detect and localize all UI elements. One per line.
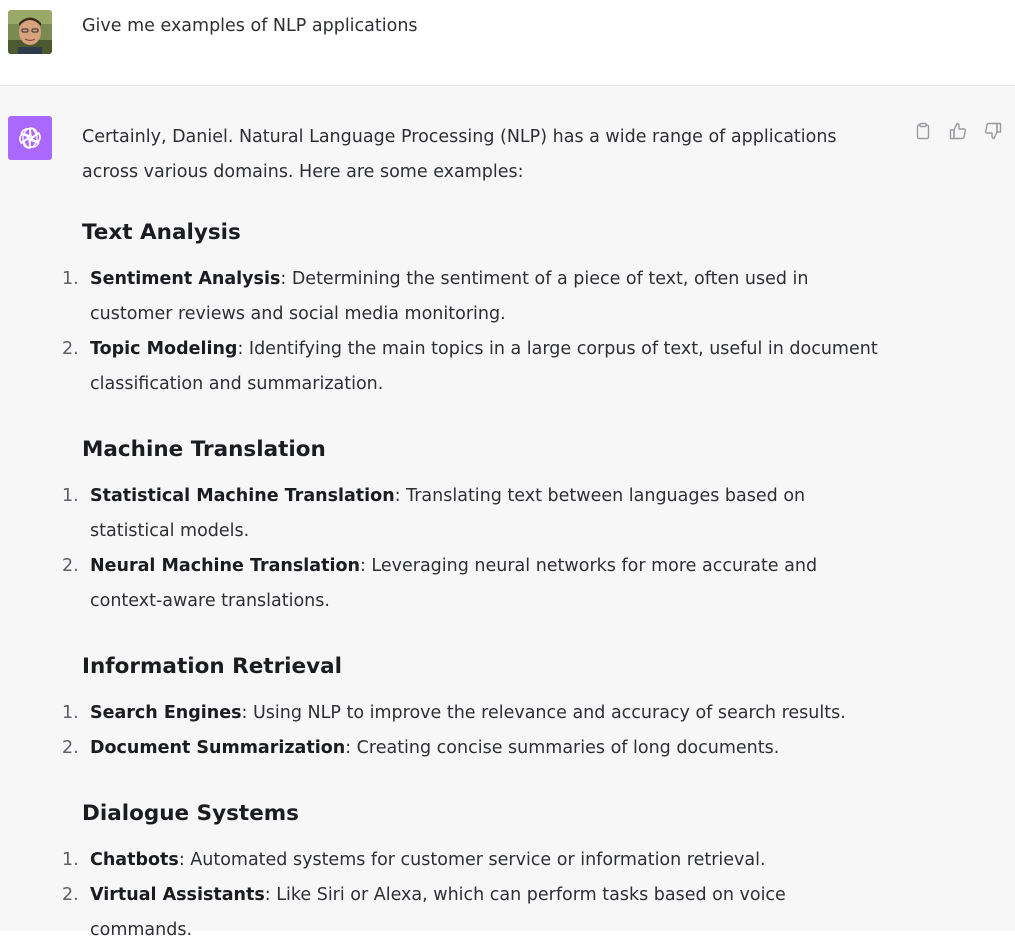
list-item: 2. Topic Modeling: Identifying the main t… bbox=[62, 332, 882, 402]
assistant-intro: Certainly, Daniel. Natural Language Proc… bbox=[82, 127, 837, 182]
list-item: 1. Chatbots: Automated systems for custom… bbox=[62, 843, 882, 878]
list-number: 1. bbox=[62, 269, 79, 289]
list-item: 2. Neural Machine Translation: Leveraging… bbox=[62, 549, 882, 619]
section-list: 1. Chatbots: Automated systems for custom… bbox=[62, 843, 882, 948]
list-number: 2. bbox=[62, 885, 79, 905]
list-number: 2. bbox=[62, 556, 79, 576]
list-item: 1. Sentiment Analysis: Determining the se… bbox=[62, 262, 882, 332]
list-item-term: Statistical Machine Translation bbox=[90, 486, 395, 506]
like-button[interactable] bbox=[947, 120, 969, 142]
list-item-term: Search Engines bbox=[90, 703, 242, 723]
list-item-term: Virtual Assistants bbox=[90, 885, 265, 905]
section-list: 1. Search Engines: Using NLP to improve t… bbox=[62, 696, 882, 766]
openai-logo-icon bbox=[8, 116, 52, 160]
user-message-text: Give me examples of NLP applications bbox=[82, 16, 418, 36]
section-heading: Information Retrieval bbox=[82, 654, 343, 679]
list-item: 1. Statistical Machine Translation: Trans… bbox=[62, 479, 882, 549]
copy-button[interactable] bbox=[912, 120, 934, 142]
assistant-message-row: Certainly, Daniel. Natural Language Proc… bbox=[0, 86, 1015, 940]
dislike-button[interactable] bbox=[982, 120, 1004, 142]
user-avatar bbox=[8, 10, 52, 54]
list-item-term: Sentiment Analysis bbox=[90, 269, 281, 289]
user-message-row: Give me examples of NLP applications bbox=[0, 0, 1015, 86]
list-item-desc: : Creating concise summaries of long doc… bbox=[345, 738, 780, 758]
thumbs-up-icon bbox=[949, 122, 966, 140]
list-item-term: Topic Modeling bbox=[90, 339, 238, 359]
assistant-message-content: Certainly, Daniel. Natural Language Proc… bbox=[62, 120, 882, 948]
section-list: 1. Statistical Machine Translation: Trans… bbox=[62, 479, 882, 619]
list-number: 2. bbox=[62, 339, 79, 359]
list-item: 2. Document Summarization: Creating conci… bbox=[62, 731, 882, 766]
list-item-desc: : Automated systems for customer service… bbox=[178, 850, 766, 870]
list-item: 1. Search Engines: Using NLP to improve t… bbox=[62, 696, 882, 731]
list-number: 1. bbox=[62, 850, 79, 870]
list-item-desc: : Using NLP to improve the relevance and… bbox=[241, 703, 846, 723]
list-item-term: Neural Machine Translation bbox=[90, 556, 360, 576]
list-item-term: Chatbots bbox=[90, 850, 179, 870]
list-number: 1. bbox=[62, 703, 79, 723]
section-heading: Machine Translation bbox=[82, 437, 326, 462]
section-heading: Text Analysis bbox=[82, 220, 241, 245]
clipboard-icon bbox=[916, 122, 930, 140]
list-number: 2. bbox=[62, 738, 79, 758]
section-list: 1. Sentiment Analysis: Determining the se… bbox=[62, 262, 882, 402]
list-number: 1. bbox=[62, 486, 79, 506]
message-actions bbox=[912, 120, 1008, 144]
section-heading: Dialogue Systems bbox=[82, 801, 299, 826]
list-item: 2. Virtual Assistants: Like Siri or Alexa… bbox=[62, 878, 882, 948]
thumbs-down-icon bbox=[985, 122, 1002, 140]
list-item-term: Document Summarization bbox=[90, 738, 346, 758]
